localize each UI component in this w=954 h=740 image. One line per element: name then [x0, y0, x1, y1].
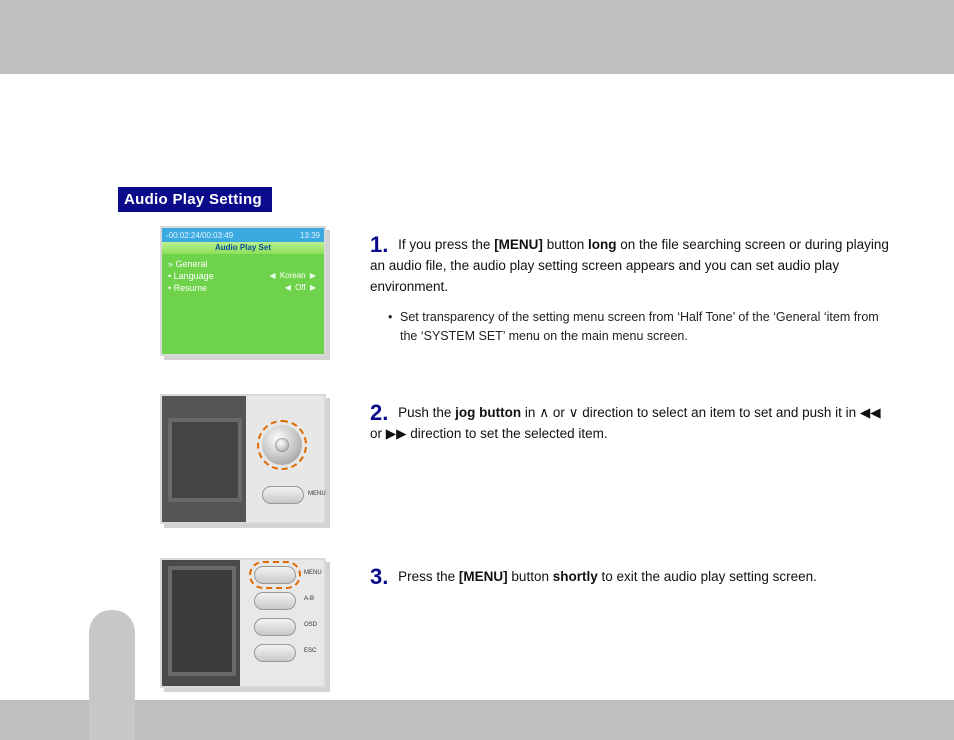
device-body: MENU: [162, 396, 324, 522]
step-number: 3.: [370, 566, 388, 588]
menu-keyword: [MENU]: [494, 237, 543, 252]
menu-pill-highlight: [254, 566, 296, 584]
manual-page: Audio Play Setting -00:02:24/00:03:49 13…: [0, 74, 954, 700]
value-text: Korean: [280, 271, 306, 280]
jog-center-icon: [275, 438, 289, 452]
down-arrow-icon: ∨: [569, 405, 579, 420]
step-row-1: -00:02:24/00:03:49 13:39 Audio Play Set …: [160, 226, 890, 356]
device-body: MENU A-B OSD ESC: [162, 560, 324, 686]
status-clock: 13:39: [300, 231, 320, 240]
device-lcd: [168, 418, 242, 502]
up-arrow-icon: ∧: [539, 405, 549, 420]
text-fragment: or: [370, 426, 386, 441]
thumbnail-1: -00:02:24/00:03:49 13:39 Audio Play Set …: [160, 226, 330, 356]
step-row-3: MENU A-B OSD ESC: [160, 558, 890, 688]
menu-value: ◀ Korean ▶: [267, 271, 318, 281]
text-fragment: direction to select an item to set and p…: [582, 405, 860, 420]
status-time-elapsed: -00:02:24/00:03:49: [166, 231, 233, 240]
button-stack: MENU A-B OSD ESC: [254, 566, 296, 662]
button-row: ESC: [254, 644, 296, 662]
thumbnail-2: MENU: [160, 394, 330, 524]
text-fragment: If you press the: [398, 237, 494, 252]
step-2-text: 2. Push the jog button in ∧ or ∨ directi…: [370, 394, 890, 445]
menu-row-general: » General: [168, 258, 318, 270]
jog-wheel-icon: [262, 425, 302, 465]
step-1-paragraph: 1. If you press the [MENU] button long o…: [370, 234, 890, 298]
thumbnail-3: MENU A-B OSD ESC: [160, 558, 330, 688]
long-keyword: long: [588, 237, 617, 252]
device-screen-thumb: -00:02:24/00:03:49 13:39 Audio Play Set …: [160, 226, 326, 356]
jog-keyword: jog button: [455, 405, 521, 420]
text-fragment: Push the: [398, 405, 455, 420]
ab-pill-icon: [254, 592, 296, 610]
right-arrow-icon: ▶: [308, 271, 318, 280]
menu-value: ◀ Off ▶: [283, 283, 318, 293]
menu-button-label: MENU: [308, 491, 326, 497]
right-arrow-icon: ▶: [308, 283, 318, 292]
step-1-text: 1. If you press the [MENU] button long o…: [370, 226, 890, 347]
fastforward-icon: ▶▶: [386, 426, 407, 441]
page-tab: [89, 610, 135, 740]
step-row-2: MENU 2. Push the jog button in ∧ or ∨ di…: [160, 394, 890, 524]
menu-body: » General • Language ◀ Korean ▶: [162, 254, 324, 298]
shortly-keyword: shortly: [553, 569, 598, 584]
menu-row-language: • Language ◀ Korean ▶: [168, 270, 318, 282]
button-row: MENU: [254, 566, 296, 584]
menu-label: • Language: [168, 271, 214, 281]
left-arrow-icon: ◀: [267, 271, 277, 280]
rewind-icon: ◀◀: [860, 405, 881, 420]
device-lcd: [168, 566, 236, 676]
pill-label: OSD: [304, 622, 317, 628]
step-number: 1.: [370, 234, 388, 256]
text-fragment: Press the: [398, 569, 459, 584]
button-stack-thumb: MENU A-B OSD ESC: [160, 558, 326, 688]
pill-label: MENU: [304, 570, 322, 576]
left-arrow-icon: ◀: [283, 283, 293, 292]
audio-play-set-screen: -00:02:24/00:03:49 13:39 Audio Play Set …: [162, 228, 324, 354]
text-fragment: or: [553, 405, 569, 420]
text-fragment: button: [547, 237, 588, 252]
section-title: Audio Play Setting: [118, 187, 272, 212]
screen-title: Audio Play Set: [162, 242, 324, 254]
menu-button-icon: [262, 486, 304, 504]
jog-wheel-thumb: MENU: [160, 394, 326, 524]
step-number: 2.: [370, 402, 388, 424]
menu-row-resume: • Resume ◀ Off ▶: [168, 282, 318, 294]
menu-label: • Resume: [168, 283, 207, 293]
menu-label: » General: [168, 259, 208, 269]
step-3-text: 3. Press the [MENU] button shortly to ex…: [370, 558, 890, 588]
jog-wheel-highlight: [257, 420, 307, 470]
step-2-paragraph: 2. Push the jog button in ∧ or ∨ directi…: [370, 402, 890, 445]
text-fragment: button: [511, 569, 552, 584]
step-3-paragraph: 3. Press the [MENU] button shortly to ex…: [370, 566, 890, 588]
osd-pill-icon: [254, 618, 296, 636]
text-fragment: direction to set the selected item.: [410, 426, 607, 441]
text-fragment: to exit the audio play setting screen.: [602, 569, 817, 584]
top-gray-band: [0, 0, 954, 74]
value-text: Off: [295, 283, 306, 292]
menu-keyword: [MENU]: [459, 569, 508, 584]
button-row: A-B: [254, 592, 296, 610]
status-bar: -00:02:24/00:03:49 13:39: [162, 228, 324, 242]
text-fragment: in: [525, 405, 539, 420]
pill-label: ESC: [304, 648, 316, 654]
esc-pill-icon: [254, 644, 296, 662]
step-1-subbullet: Set transparency of the setting menu scr…: [388, 308, 890, 347]
pill-label: A-B: [304, 596, 314, 602]
button-row: OSD: [254, 618, 296, 636]
